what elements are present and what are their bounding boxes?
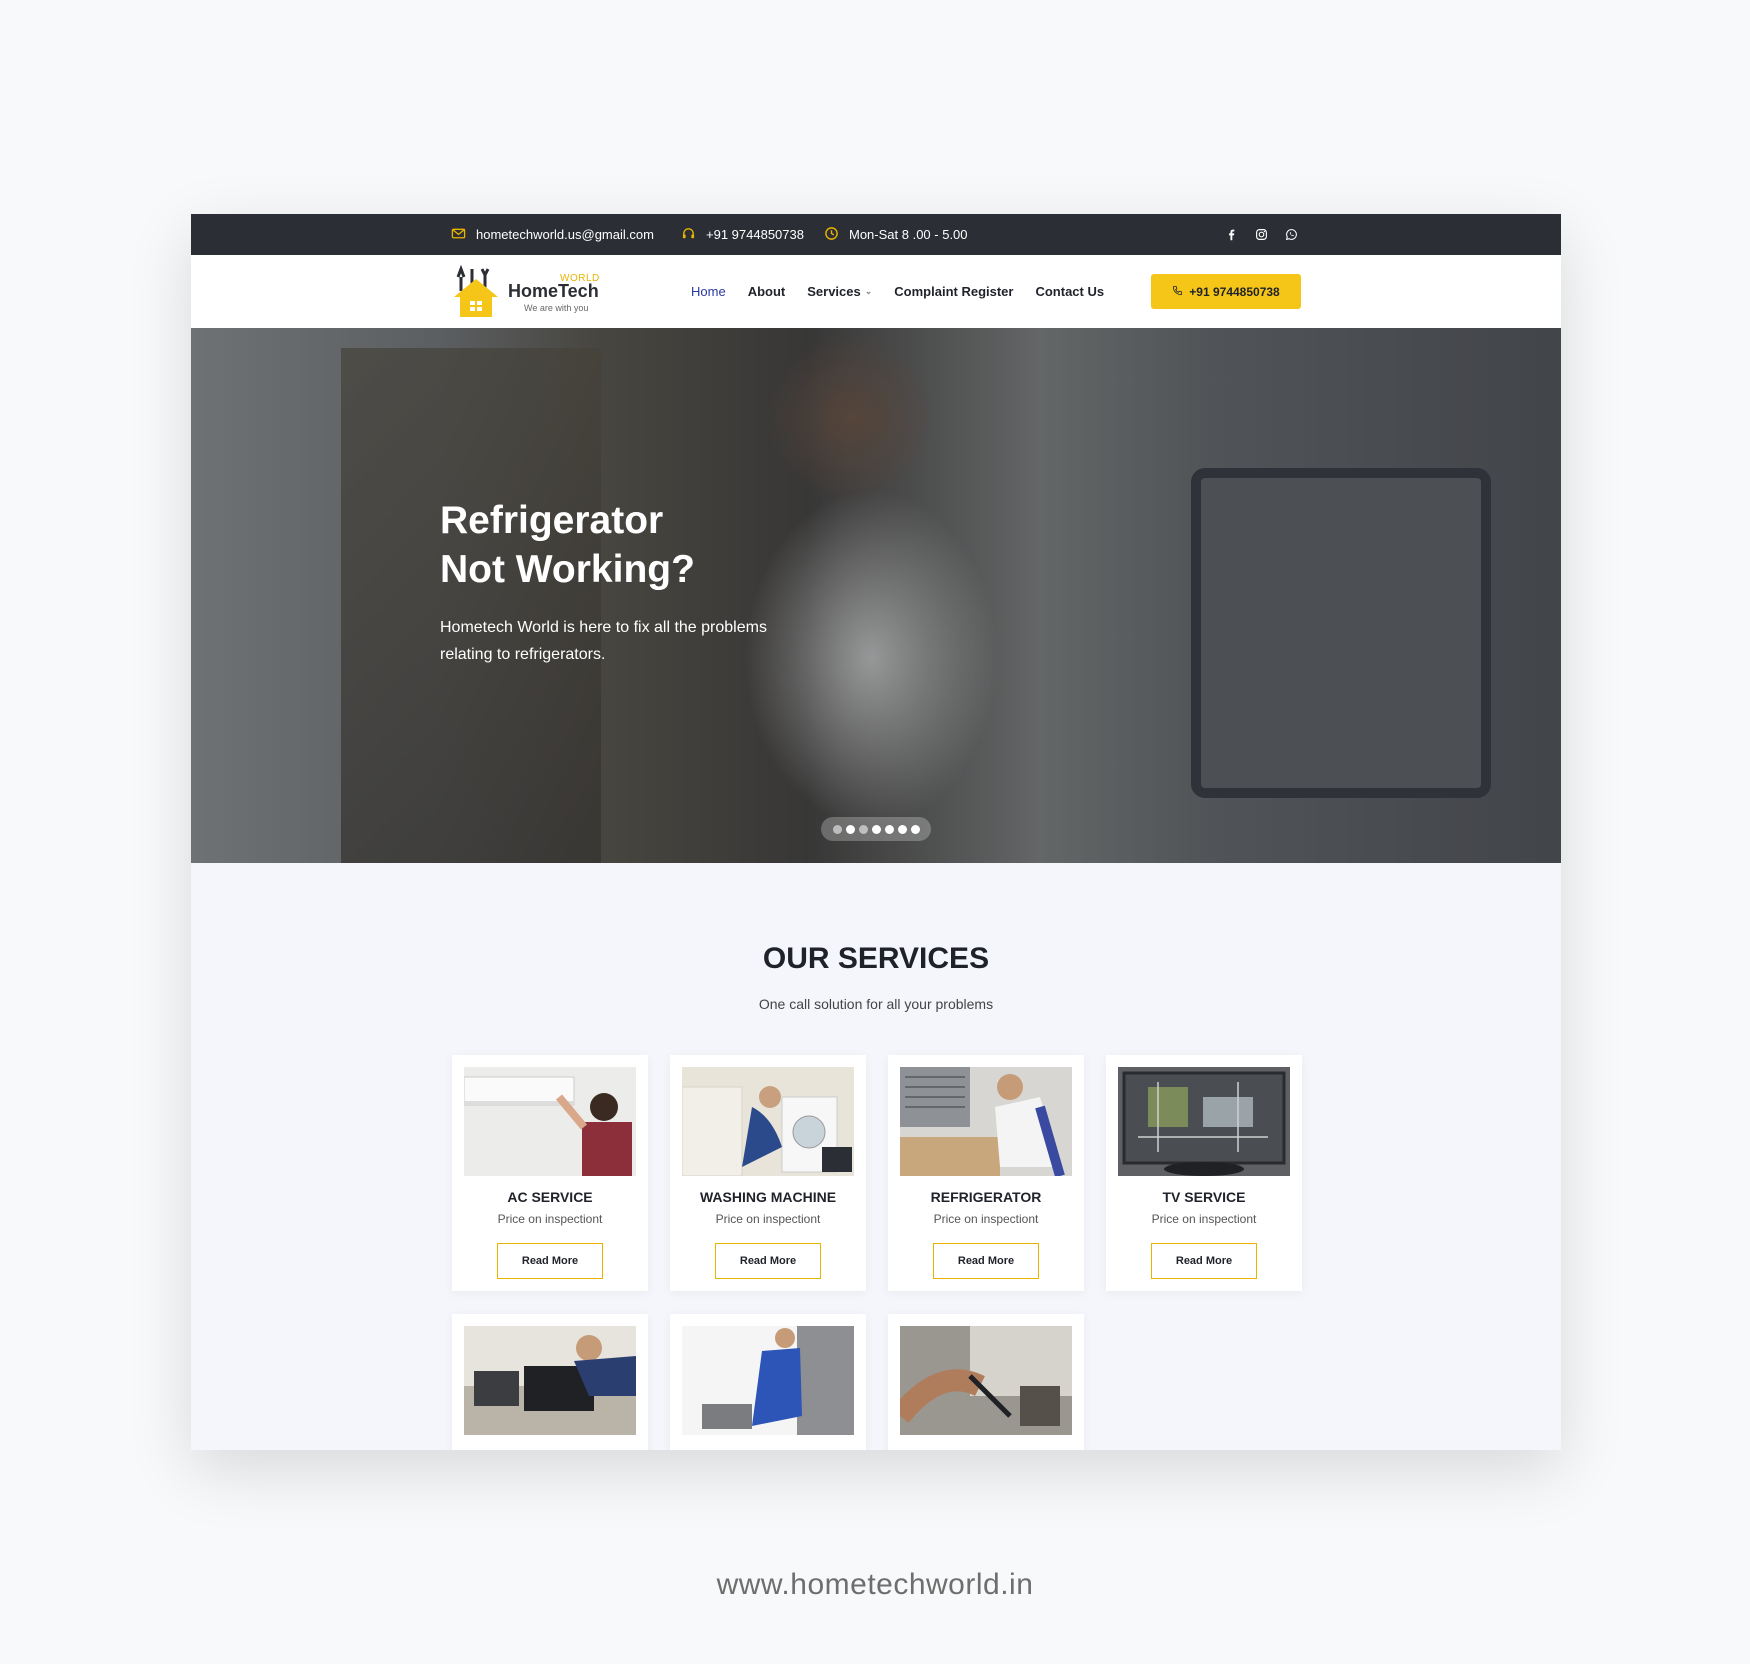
hero-title-line1: Refrigerator	[440, 499, 664, 542]
refrigerator-image	[900, 1067, 1072, 1176]
email-text: hometechworld.us@gmail.com	[476, 227, 654, 242]
social-links	[1223, 227, 1299, 243]
slider-pagination	[821, 817, 931, 841]
main-navbar: WORLD HomeTech We are with you Home Abou…	[191, 255, 1561, 328]
slider-dot[interactable]	[897, 824, 907, 834]
washing-machine-image	[682, 1067, 854, 1176]
site-logo[interactable]: WORLD HomeTech We are with you	[452, 265, 612, 321]
services-heading: OUR SERVICES	[762, 942, 990, 975]
mail-icon	[451, 226, 466, 244]
main-menu: Home About Services ⌄ Complaint Register …	[691, 255, 1104, 328]
phone-icon	[1172, 285, 1183, 299]
service-card-microwave[interactable]	[452, 1314, 648, 1450]
call-button-label: +91 9744850738	[1189, 284, 1280, 299]
facebook-icon[interactable]	[1223, 227, 1239, 243]
ac-service-image	[464, 1067, 636, 1176]
read-more-button[interactable]: Read More	[933, 1243, 1039, 1279]
slider-dot[interactable]	[858, 824, 868, 834]
read-more-button[interactable]: Read More	[1151, 1243, 1257, 1279]
service-card-washing-machine[interactable]: WASHING MACHINE Price on inspectiont Rea…	[670, 1055, 866, 1291]
slider-dot[interactable]	[832, 824, 842, 834]
electrical-service-image	[900, 1326, 1072, 1435]
slider-dot[interactable]	[910, 824, 920, 834]
service-card-price: Price on inspectiont	[497, 1212, 603, 1226]
hero-slider: Refrigerator Not Working? Hometech World…	[191, 328, 1561, 863]
top-info-bar: hometechworld.us@gmail.com +91 974485073…	[191, 214, 1561, 255]
slider-dot[interactable]	[884, 824, 894, 834]
nav-services-label: Services	[807, 284, 861, 299]
logo-name-text: HomeTech	[508, 281, 599, 301]
phone-info[interactable]: +91 9744850738	[681, 226, 804, 244]
nav-home[interactable]: Home	[691, 284, 726, 299]
phone-text: +91 9744850738	[706, 227, 804, 242]
service-card-price: Price on inspectiont	[1151, 1212, 1257, 1226]
service-card-ac[interactable]: AC SERVICE Price on inspectiont Read Mor…	[452, 1055, 648, 1291]
hero-title-line2: Not Working?	[440, 548, 695, 591]
footer-website-url[interactable]: www.hometechworld.in	[0, 1568, 1750, 1602]
nav-services[interactable]: Services ⌄	[807, 284, 872, 299]
email-info[interactable]: hometechworld.us@gmail.com	[451, 226, 654, 244]
chevron-down-icon: ⌄	[864, 286, 873, 296]
house-tools-logo-icon	[454, 265, 498, 317]
slider-dot[interactable]	[871, 824, 881, 834]
service-card-title: AC SERVICE	[507, 1189, 593, 1205]
headset-icon	[681, 226, 696, 244]
whatsapp-icon[interactable]	[1283, 227, 1299, 243]
service-card-title: REFRIGERATOR	[930, 1189, 1042, 1205]
website-frame: hometechworld.us@gmail.com +91 974485073…	[191, 214, 1561, 1450]
nav-complaint-register[interactable]: Complaint Register	[894, 284, 1013, 299]
service-card-price: Price on inspectiont	[933, 1212, 1039, 1226]
appliance-service-image	[682, 1326, 854, 1435]
read-more-button[interactable]: Read More	[715, 1243, 821, 1279]
instagram-icon[interactable]	[1253, 227, 1269, 243]
hero-overlay	[191, 328, 1561, 863]
service-card-title: TV SERVICE	[1162, 1189, 1246, 1205]
service-card-refrigerator[interactable]: REFRIGERATOR Price on inspectiont Read M…	[888, 1055, 1084, 1291]
hero-title: Refrigerator Not Working?	[440, 496, 800, 594]
service-card-price: Price on inspectiont	[715, 1212, 821, 1226]
service-card-appliance[interactable]	[670, 1314, 866, 1450]
hero-description: Hometech World is here to fix all the pr…	[440, 619, 767, 663]
service-card-tv[interactable]: TV SERVICE Price on inspectiont Read Mor…	[1106, 1055, 1302, 1291]
tv-service-image	[1118, 1067, 1290, 1176]
nav-about[interactable]: About	[748, 284, 786, 299]
services-subtitle: One call solution for all your problems	[758, 996, 994, 1012]
service-card-electrical[interactable]	[888, 1314, 1084, 1450]
clock-icon	[824, 226, 839, 244]
service-card-title: WASHING MACHINE	[699, 1189, 837, 1205]
call-now-button[interactable]: +91 9744850738	[1151, 274, 1301, 309]
hours-info: Mon-Sat 8 .00 - 5.00	[824, 226, 968, 244]
slider-dot[interactable]	[845, 824, 855, 834]
hours-text: Mon-Sat 8 .00 - 5.00	[849, 227, 968, 242]
logo-tagline: We are with you	[524, 303, 589, 313]
read-more-button[interactable]: Read More	[497, 1243, 603, 1279]
nav-contact-us[interactable]: Contact Us	[1035, 284, 1104, 299]
microwave-service-image	[464, 1326, 636, 1435]
